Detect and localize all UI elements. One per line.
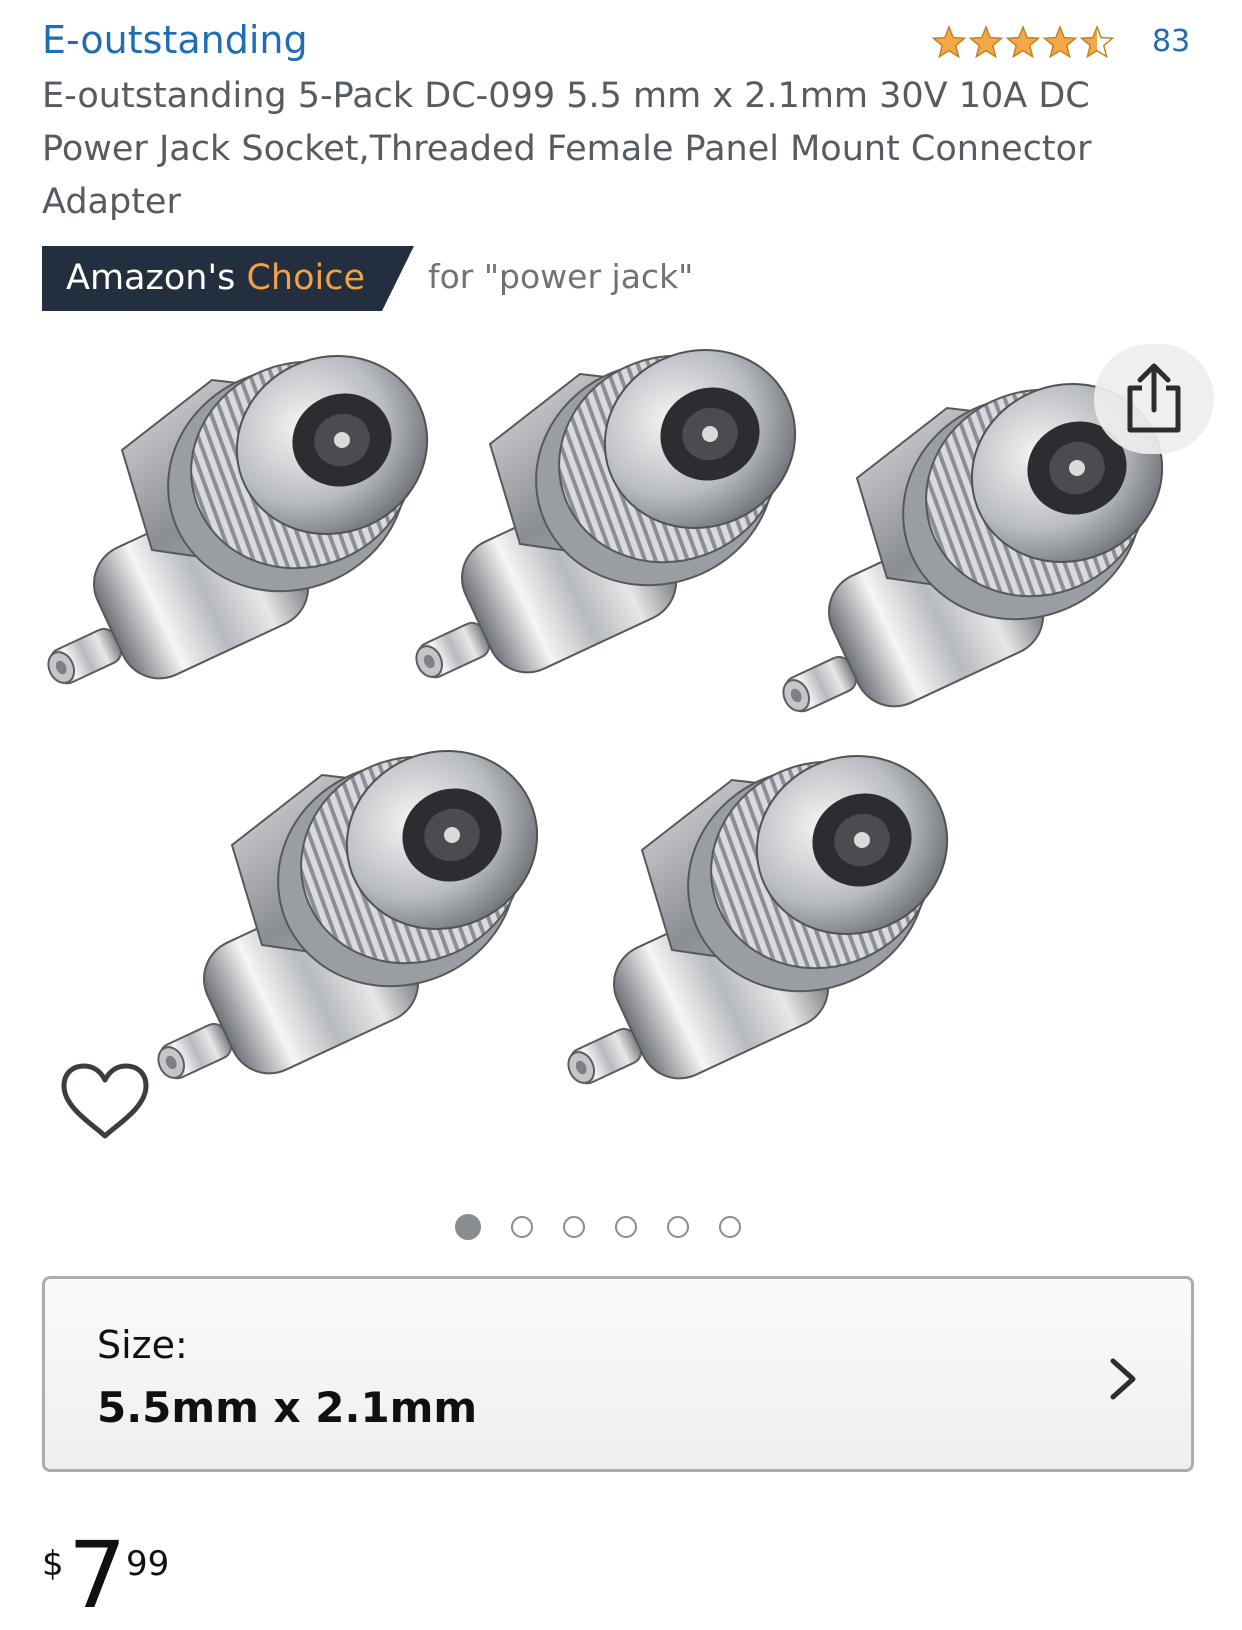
carousel-dot[interactable]: [667, 1216, 689, 1238]
star-icon: [932, 26, 966, 58]
star-icon: [1006, 26, 1040, 58]
size-label: Size:: [97, 1323, 188, 1367]
chevron-right-icon: [1110, 1358, 1136, 1400]
price-whole: 7: [68, 1522, 127, 1629]
heart-icon[interactable]: [60, 1062, 150, 1142]
product-image[interactable]: [42, 340, 1202, 1170]
star-icon: [1043, 26, 1077, 58]
amazons-choice-badge: Amazon's Choice: [42, 246, 414, 311]
product-title: E-outstanding 5-Pack DC-099 5.5 mm x 2.1…: [42, 76, 1092, 222]
rating-count[interactable]: 83: [1152, 22, 1190, 62]
badge-choice: Choice: [246, 258, 365, 298]
price-fraction: 99: [126, 1544, 170, 1584]
share-icon: [1127, 363, 1181, 433]
price-symbol: $: [42, 1544, 64, 1584]
half-star-icon: [1080, 26, 1114, 58]
size-value: 5.5mm x 2.1mm: [97, 1383, 478, 1432]
star-icon: [969, 26, 1003, 58]
share-button[interactable]: [1094, 344, 1214, 454]
carousel-dot[interactable]: [455, 1214, 481, 1240]
badge-prefix: Amazon's: [66, 258, 236, 298]
carousel-dot[interactable]: [563, 1216, 585, 1238]
image-carousel-dots[interactable]: [455, 1214, 741, 1246]
carousel-dot[interactable]: [615, 1216, 637, 1238]
badge-context: for "power jack": [428, 257, 694, 296]
size-selector[interactable]: Size: 5.5mm x 2.1mm: [42, 1276, 1194, 1472]
rating-stars[interactable]: [932, 22, 1122, 62]
carousel-dot[interactable]: [511, 1216, 533, 1238]
carousel-dot[interactable]: [719, 1216, 741, 1238]
brand-link[interactable]: E-outstanding: [42, 14, 308, 66]
